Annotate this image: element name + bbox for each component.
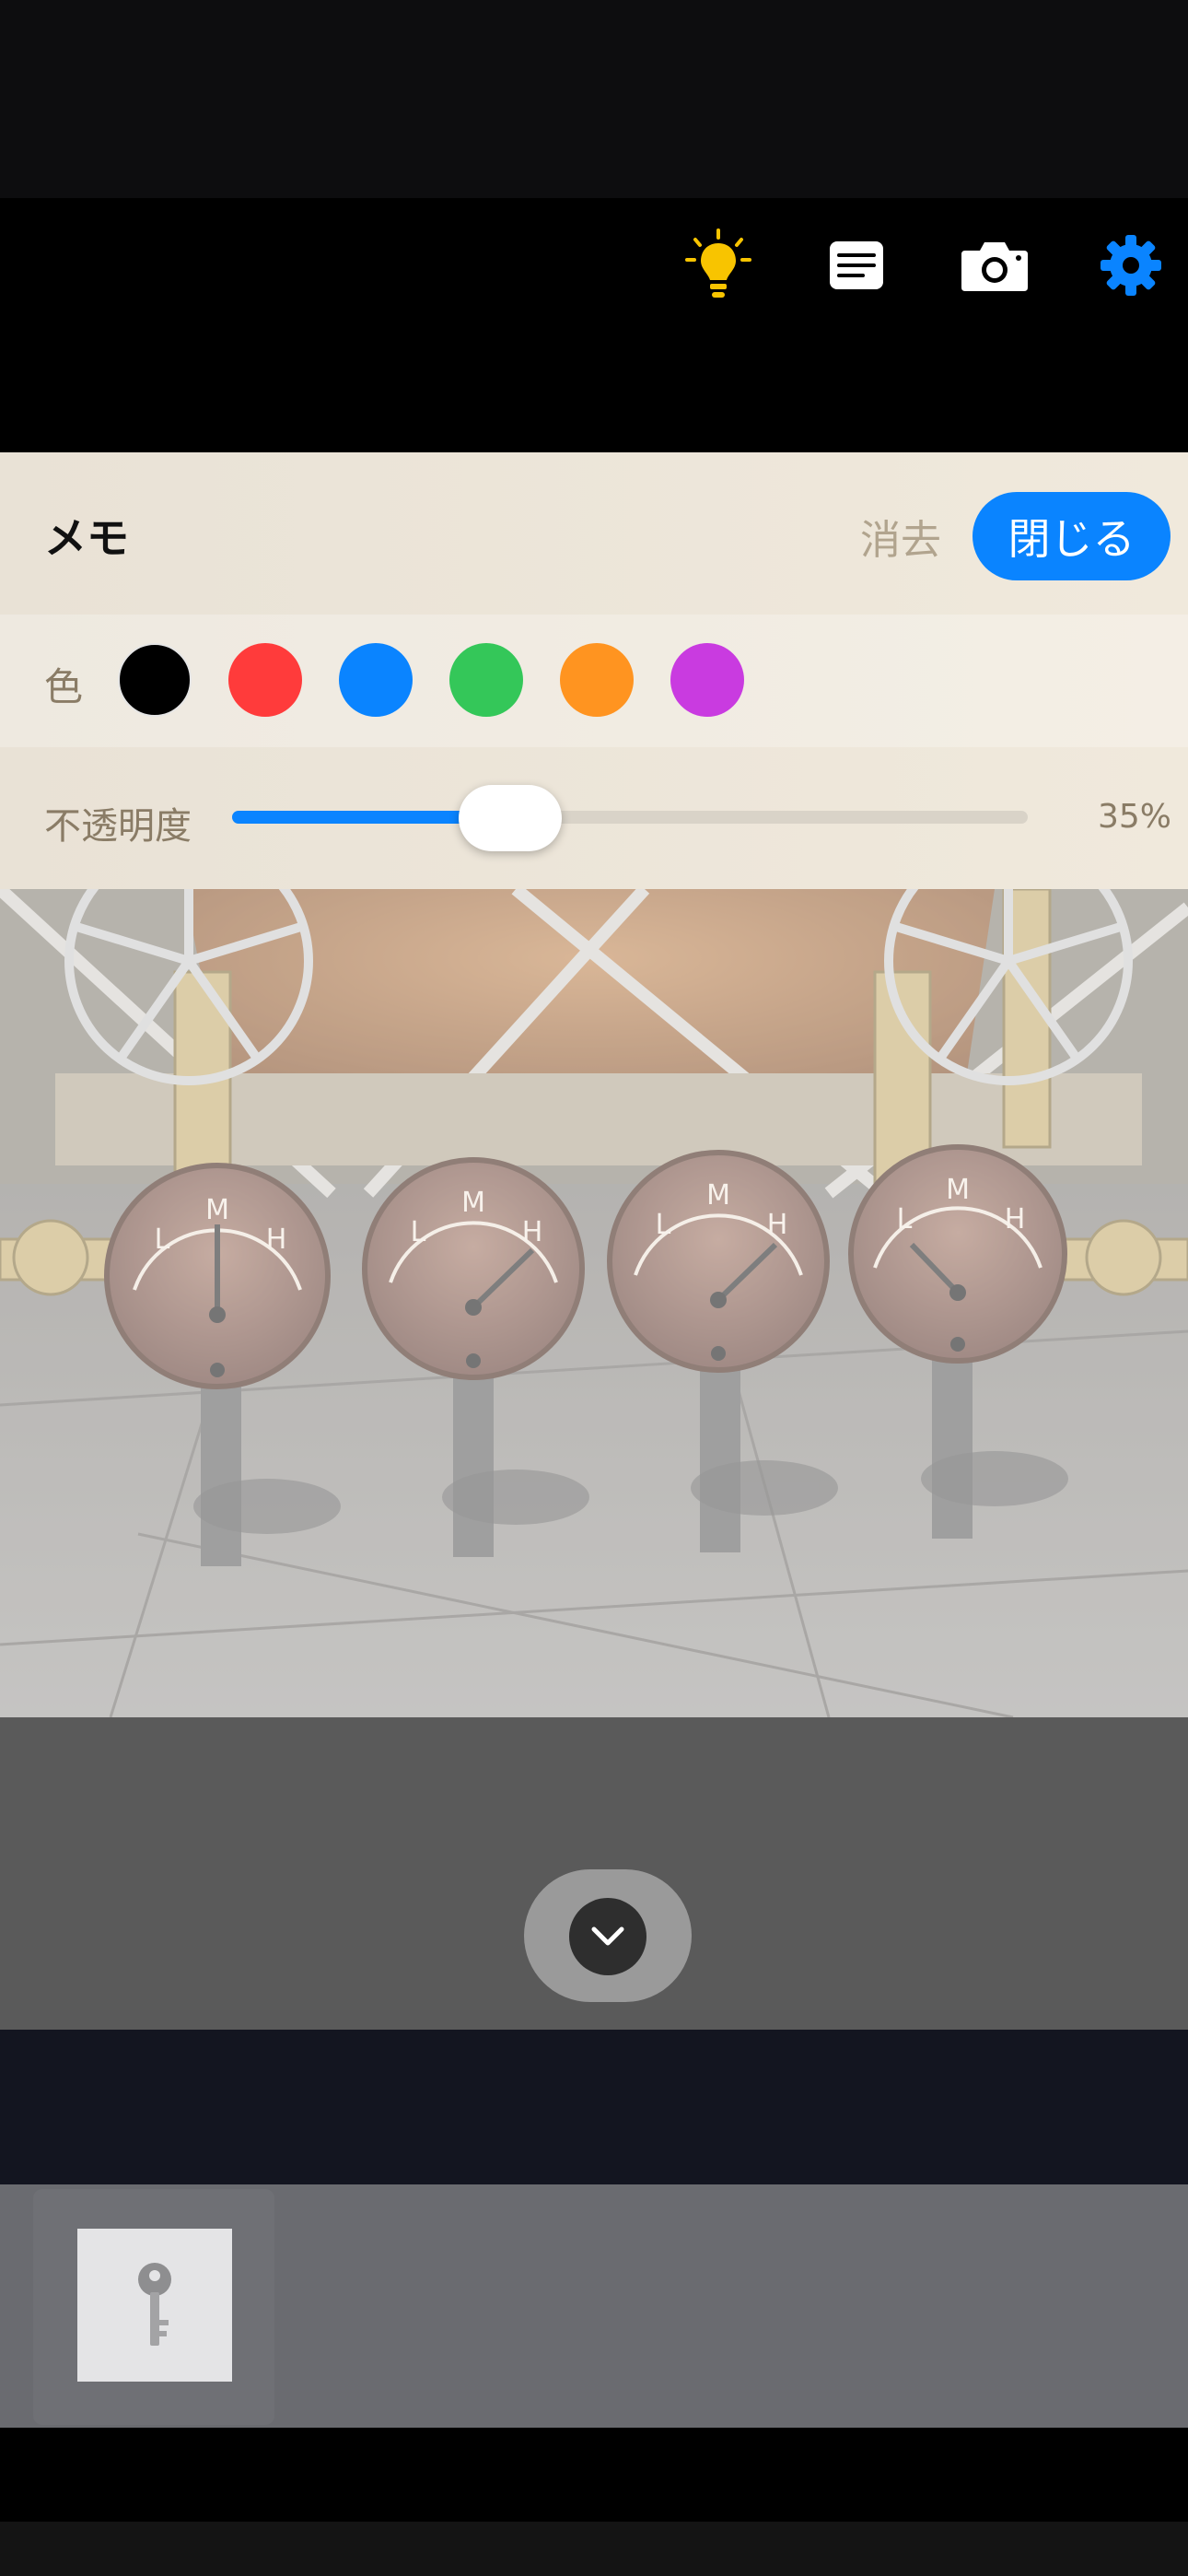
clear-button[interactable]: 消去 — [860, 507, 941, 566]
memo-icon[interactable] — [820, 228, 893, 302]
divider-strip — [0, 2030, 1188, 2184]
opacity-slider-thumb[interactable] — [459, 785, 563, 851]
color-swatch-blue[interactable] — [339, 643, 413, 717]
color-swatch-orange[interactable] — [560, 643, 634, 717]
home-indicator-area — [0, 2522, 1188, 2576]
camera-icon[interactable] — [958, 228, 1031, 302]
lightbulb-icon[interactable] — [681, 228, 755, 302]
color-swatch-green[interactable] — [449, 643, 523, 717]
settings-gear-icon[interactable] — [1094, 228, 1168, 302]
key-icon[interactable] — [77, 2229, 232, 2382]
opacity-label: 不透明度 — [44, 805, 192, 848]
opacity-value: 35% — [1098, 798, 1172, 836]
color-label: 色 — [44, 664, 84, 709]
color-swatch-red[interactable] — [228, 643, 302, 717]
chevron-down-icon[interactable] — [569, 1898, 646, 1975]
color-swatch-purple[interactable] — [670, 643, 744, 717]
scene-dim-overlay — [0, 889, 1188, 1717]
status-bar-area — [0, 0, 1188, 198]
memo-title: メモ — [44, 513, 129, 563]
color-swatch-black[interactable] — [118, 643, 192, 717]
close-button[interactable]: 閉じる — [973, 492, 1171, 580]
